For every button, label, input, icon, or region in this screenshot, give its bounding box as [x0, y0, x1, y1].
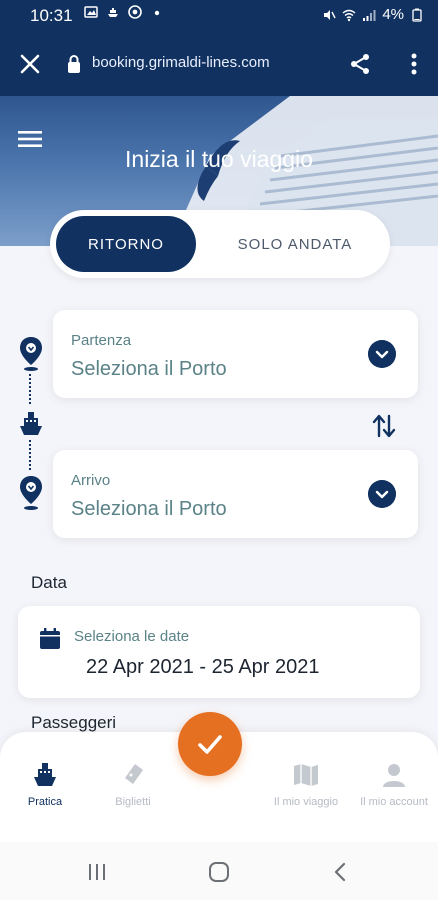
back-icon[interactable] [330, 861, 352, 883]
mute-icon [324, 9, 336, 20]
arrival-label: Arrivo [71, 472, 111, 489]
recent-apps-icon[interactable] [86, 861, 108, 883]
nav-biglietti[interactable]: Biglietti [88, 762, 178, 808]
nav-il-mio-viaggio[interactable]: Il mio viaggio [261, 762, 351, 808]
nav-il-mio-account-label: Il mio account [360, 796, 428, 808]
ticket-icon [125, 764, 143, 784]
close-icon[interactable] [18, 52, 42, 76]
arrival-port-select[interactable]: Arrivo Seleziona il Porto [53, 450, 418, 538]
trip-type-toggle: RITORNO SOLO ANDATA [50, 210, 390, 278]
lock-icon [68, 55, 80, 73]
round-trip-option[interactable]: RITORNO [56, 216, 196, 272]
departure-pin-icon [20, 337, 42, 371]
android-navigation-bar [0, 842, 438, 900]
passengers-section-label: Passeggeri [31, 713, 117, 732]
confirm-button[interactable] [178, 712, 242, 776]
checkmark-icon [198, 735, 222, 754]
dot-icon [154, 10, 160, 16]
nav-pratica[interactable]: Pratica [0, 762, 90, 808]
arrival-pin-icon [20, 476, 42, 510]
battery-icon [412, 8, 422, 22]
nav-pratica-label: Pratica [27, 796, 63, 808]
swap-ports-icon[interactable] [370, 412, 398, 440]
chrome-notification-icon [128, 5, 142, 19]
date-value: 22 Apr 2021 - 25 Apr 2021 [86, 656, 320, 678]
battery-percent: 4% [382, 6, 404, 23]
signal-icon [363, 9, 376, 21]
nav-il-mio-viaggio-label: Il mio viaggio [273, 796, 339, 808]
chevron-down-icon[interactable] [368, 480, 396, 508]
ship-icon [34, 763, 56, 786]
ship-notification-icon [108, 8, 118, 17]
share-icon[interactable] [348, 52, 372, 76]
image-notification-icon [84, 6, 98, 18]
ship-icon [20, 412, 42, 435]
nav-il-mio-account[interactable]: Il mio account [349, 762, 438, 808]
departure-value: Seleziona il Porto [71, 358, 227, 380]
person-icon [383, 764, 405, 787]
calendar-icon [40, 628, 60, 649]
date-section-label: Data [31, 573, 67, 592]
timeline-dots-bottom [29, 440, 31, 470]
timeline-dots-top [29, 374, 31, 404]
page-title: Inizia il tuo viaggio [125, 146, 313, 172]
map-icon [294, 764, 318, 786]
one-way-option[interactable]: SOLO ANDATA [200, 216, 390, 272]
nav-biglietti-label: Biglietti [115, 796, 151, 808]
date-range-picker[interactable]: Seleziona le date 22 Apr 2021 - 25 Apr 2… [18, 606, 420, 698]
url-text[interactable]: booking.grimaldi-lines.com [92, 54, 270, 71]
wifi-icon [342, 9, 356, 21]
departure-port-select[interactable]: Partenza Seleziona il Porto [53, 310, 418, 398]
status-time: 10:31 [30, 6, 73, 25]
system-icons: 4% [322, 6, 424, 23]
arrival-value: Seleziona il Porto [71, 498, 227, 520]
departure-label: Partenza [71, 332, 132, 349]
status-bar: 10:31 4% [0, 0, 438, 32]
more-options-icon[interactable] [410, 51, 418, 77]
browser-toolbar: booking.grimaldi-lines.com [0, 32, 438, 96]
chevron-down-icon[interactable] [368, 340, 396, 368]
route-timeline [14, 330, 48, 520]
date-label: Seleziona le date [74, 628, 190, 645]
home-icon[interactable] [208, 861, 230, 883]
notification-icons [84, 5, 164, 19]
